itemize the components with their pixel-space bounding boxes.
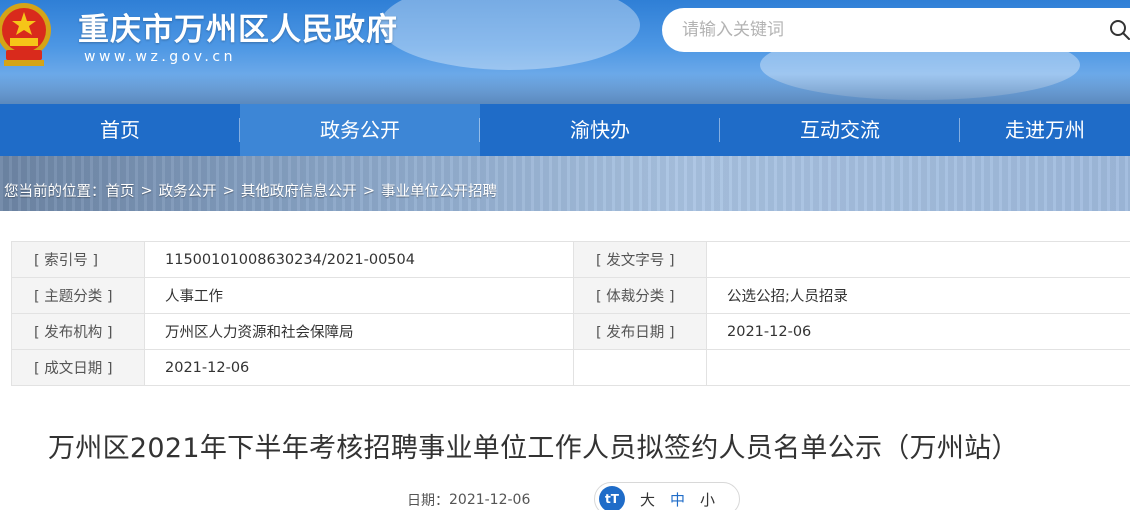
- written-date-value: 2021-12-06: [144, 349, 574, 386]
- breadcrumb-government-affairs[interactable]: 政务公开: [159, 180, 217, 201]
- font-size-medium-button[interactable]: 中: [670, 489, 685, 510]
- empty-cell: [706, 349, 1130, 386]
- publisher-value: 万州区人力资源和社会保障局: [144, 313, 574, 350]
- breadcrumb-home[interactable]: 首页: [106, 180, 135, 201]
- publish-date-label: [ 发布日期 ]: [573, 313, 707, 350]
- genre-category-label: [ 体裁分类 ]: [573, 277, 707, 314]
- document-info-table: [ 索引号 ] 11500101008630234/2021-00504 [ 发…: [11, 241, 1130, 386]
- table-row: [ 发布机构 ] 万州区人力资源和社会保障局 [ 发布日期 ] 2021-12-…: [11, 313, 1130, 350]
- breadcrumb-separator: >: [362, 182, 375, 199]
- main-nav: 首页 政务公开 渝快办 互动交流 走进万州: [0, 104, 1130, 156]
- article-date: 2021-12-06: [449, 492, 531, 508]
- search-input[interactable]: [682, 20, 1102, 40]
- nav-item-label: 互动交流: [800, 118, 880, 142]
- genre-category-value: 公选公招;人员招录: [706, 277, 1130, 314]
- topic-category-value: 人事工作: [144, 277, 574, 314]
- nav-item-label: 首页: [100, 118, 140, 142]
- index-number-value: 11500101008630234/2021-00504: [144, 241, 574, 278]
- breadcrumb-separator: >: [222, 182, 235, 199]
- nav-item-home[interactable]: 首页: [0, 104, 240, 156]
- table-row: [ 成文日期 ] 2021-12-06: [11, 349, 1130, 386]
- breadcrumb-separator: >: [140, 182, 153, 199]
- banner-skyline: [0, 74, 1130, 104]
- banner-cloud: [380, 0, 640, 70]
- search-icon[interactable]: [1108, 18, 1130, 42]
- national-emblem-icon: [0, 3, 51, 66]
- breadcrumb: 您当前的位置： 首页 > 政务公开 > 其他政府信息公开 > 事业单位公开招聘: [4, 180, 497, 201]
- date-label: 日期：: [407, 493, 449, 509]
- nav-item-yukuaiban[interactable]: 渝快办: [480, 104, 720, 156]
- font-size-control: tT 大 中 小: [594, 482, 740, 510]
- font-size-large-button[interactable]: 大: [640, 489, 655, 510]
- nav-item-government-affairs[interactable]: 政务公开: [240, 104, 480, 156]
- document-number-label: [ 发文字号 ]: [573, 241, 707, 278]
- article-title: 万州区2021年下半年考核招聘事业单位工作人员拟签约人员名单公示（万州站）: [48, 433, 1019, 464]
- written-date-label: [ 成文日期 ]: [11, 349, 145, 386]
- site-title[interactable]: 重庆市万州区人民政府: [78, 4, 398, 49]
- document-number-value: [706, 241, 1130, 278]
- header-banner: 重庆市万州区人民政府 www.wz.gov.cn: [0, 0, 1130, 104]
- search-box: [662, 8, 1130, 52]
- table-row: [ 主题分类 ] 人事工作 [ 体裁分类 ] 公选公招;人员招录: [11, 277, 1130, 314]
- nav-item-label: 渝快办: [570, 118, 630, 142]
- site-domain: www.wz.gov.cn: [84, 49, 236, 65]
- nav-item-about-wanzhou[interactable]: 走进万州: [960, 104, 1130, 156]
- table-row: [ 索引号 ] 11500101008630234/2021-00504 [ 发…: [11, 241, 1130, 278]
- nav-item-interaction[interactable]: 互动交流: [720, 104, 960, 156]
- nav-item-label: 走进万州: [1005, 118, 1085, 142]
- font-size-icon: tT: [599, 486, 625, 510]
- breadcrumb-recruitment[interactable]: 事业单位公开招聘: [381, 180, 497, 201]
- font-size-small-button[interactable]: 小: [700, 489, 715, 510]
- nav-item-label: 政务公开: [320, 118, 400, 142]
- breadcrumb-prefix: 您当前的位置：: [4, 184, 106, 200]
- breadcrumb-other-info[interactable]: 其他政府信息公开: [241, 180, 357, 201]
- empty-cell: [573, 349, 707, 386]
- publisher-label: [ 发布机构 ]: [11, 313, 145, 350]
- index-number-label: [ 索引号 ]: [11, 241, 145, 278]
- publish-date-value: 2021-12-06: [706, 313, 1130, 350]
- topic-category-label: [ 主题分类 ]: [11, 277, 145, 314]
- article-meta: 日期： 2021-12-06: [407, 487, 530, 510]
- breadcrumb-strip: 您当前的位置： 首页 > 政务公开 > 其他政府信息公开 > 事业单位公开招聘: [0, 156, 1130, 211]
